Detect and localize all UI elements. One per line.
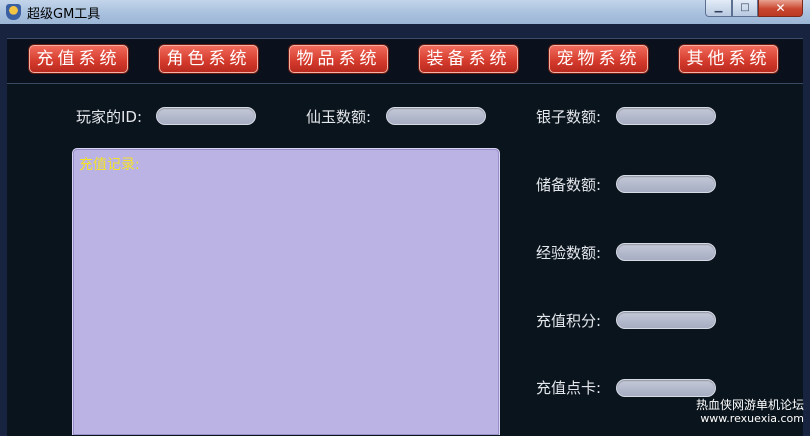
item-system-button[interactable]: 物品系统 <box>289 45 388 73</box>
other-system-button[interactable]: 其他系统 <box>679 45 778 73</box>
minimize-button[interactable]: ▁ <box>705 0 732 17</box>
experience-amount-label: 经验数额: <box>536 244 602 262</box>
recharge-points-input[interactable] <box>616 311 716 329</box>
window-title: 超级GM工具 <box>27 7 101 22</box>
close-button[interactable]: ✕ <box>758 0 803 17</box>
recharge-card-input[interactable] <box>616 379 716 397</box>
player-id-input[interactable] <box>156 107 256 125</box>
reserve-amount-label: 储备数额: <box>536 176 602 194</box>
role-system-button[interactable]: 角色系统 <box>159 45 258 73</box>
silver-amount-input[interactable] <box>616 107 716 125</box>
watermark-url: www.rexuexia.com <box>700 412 804 425</box>
recharge-record-textarea[interactable]: 充值记录: <box>72 148 500 435</box>
equipment-system-button[interactable]: 装备系统 <box>419 45 518 73</box>
app-icon <box>6 4 21 20</box>
watermark-site-name: 热血侠网游单机论坛 <box>695 398 804 412</box>
recharge-points-label: 充值积分: <box>536 312 602 330</box>
system-toolbar: 充值系统 角色系统 物品系统 装备系统 宠物系统 其他系统 <box>7 38 803 83</box>
recharge-record-label: 充值记录: <box>79 157 140 173</box>
xianyu-amount-input[interactable] <box>386 107 486 125</box>
recharge-card-label: 充值点卡: <box>536 379 602 397</box>
player-id-label: 玩家的ID: <box>76 108 143 126</box>
maximize-button[interactable]: □ <box>732 0 758 17</box>
silver-amount-label: 银子数额: <box>536 108 602 126</box>
pet-system-button[interactable]: 宠物系统 <box>549 45 648 73</box>
title-bar: 超级GM工具 ▁ □ ✕ <box>0 0 810 25</box>
reserve-amount-input[interactable] <box>616 175 716 193</box>
recharge-system-button[interactable]: 充值系统 <box>29 45 128 73</box>
experience-amount-input[interactable] <box>616 243 716 261</box>
site-watermark: 热血侠网游单机论坛 www.rexuexia.com <box>690 398 804 426</box>
xianyu-amount-label: 仙玉数额: <box>306 108 372 126</box>
